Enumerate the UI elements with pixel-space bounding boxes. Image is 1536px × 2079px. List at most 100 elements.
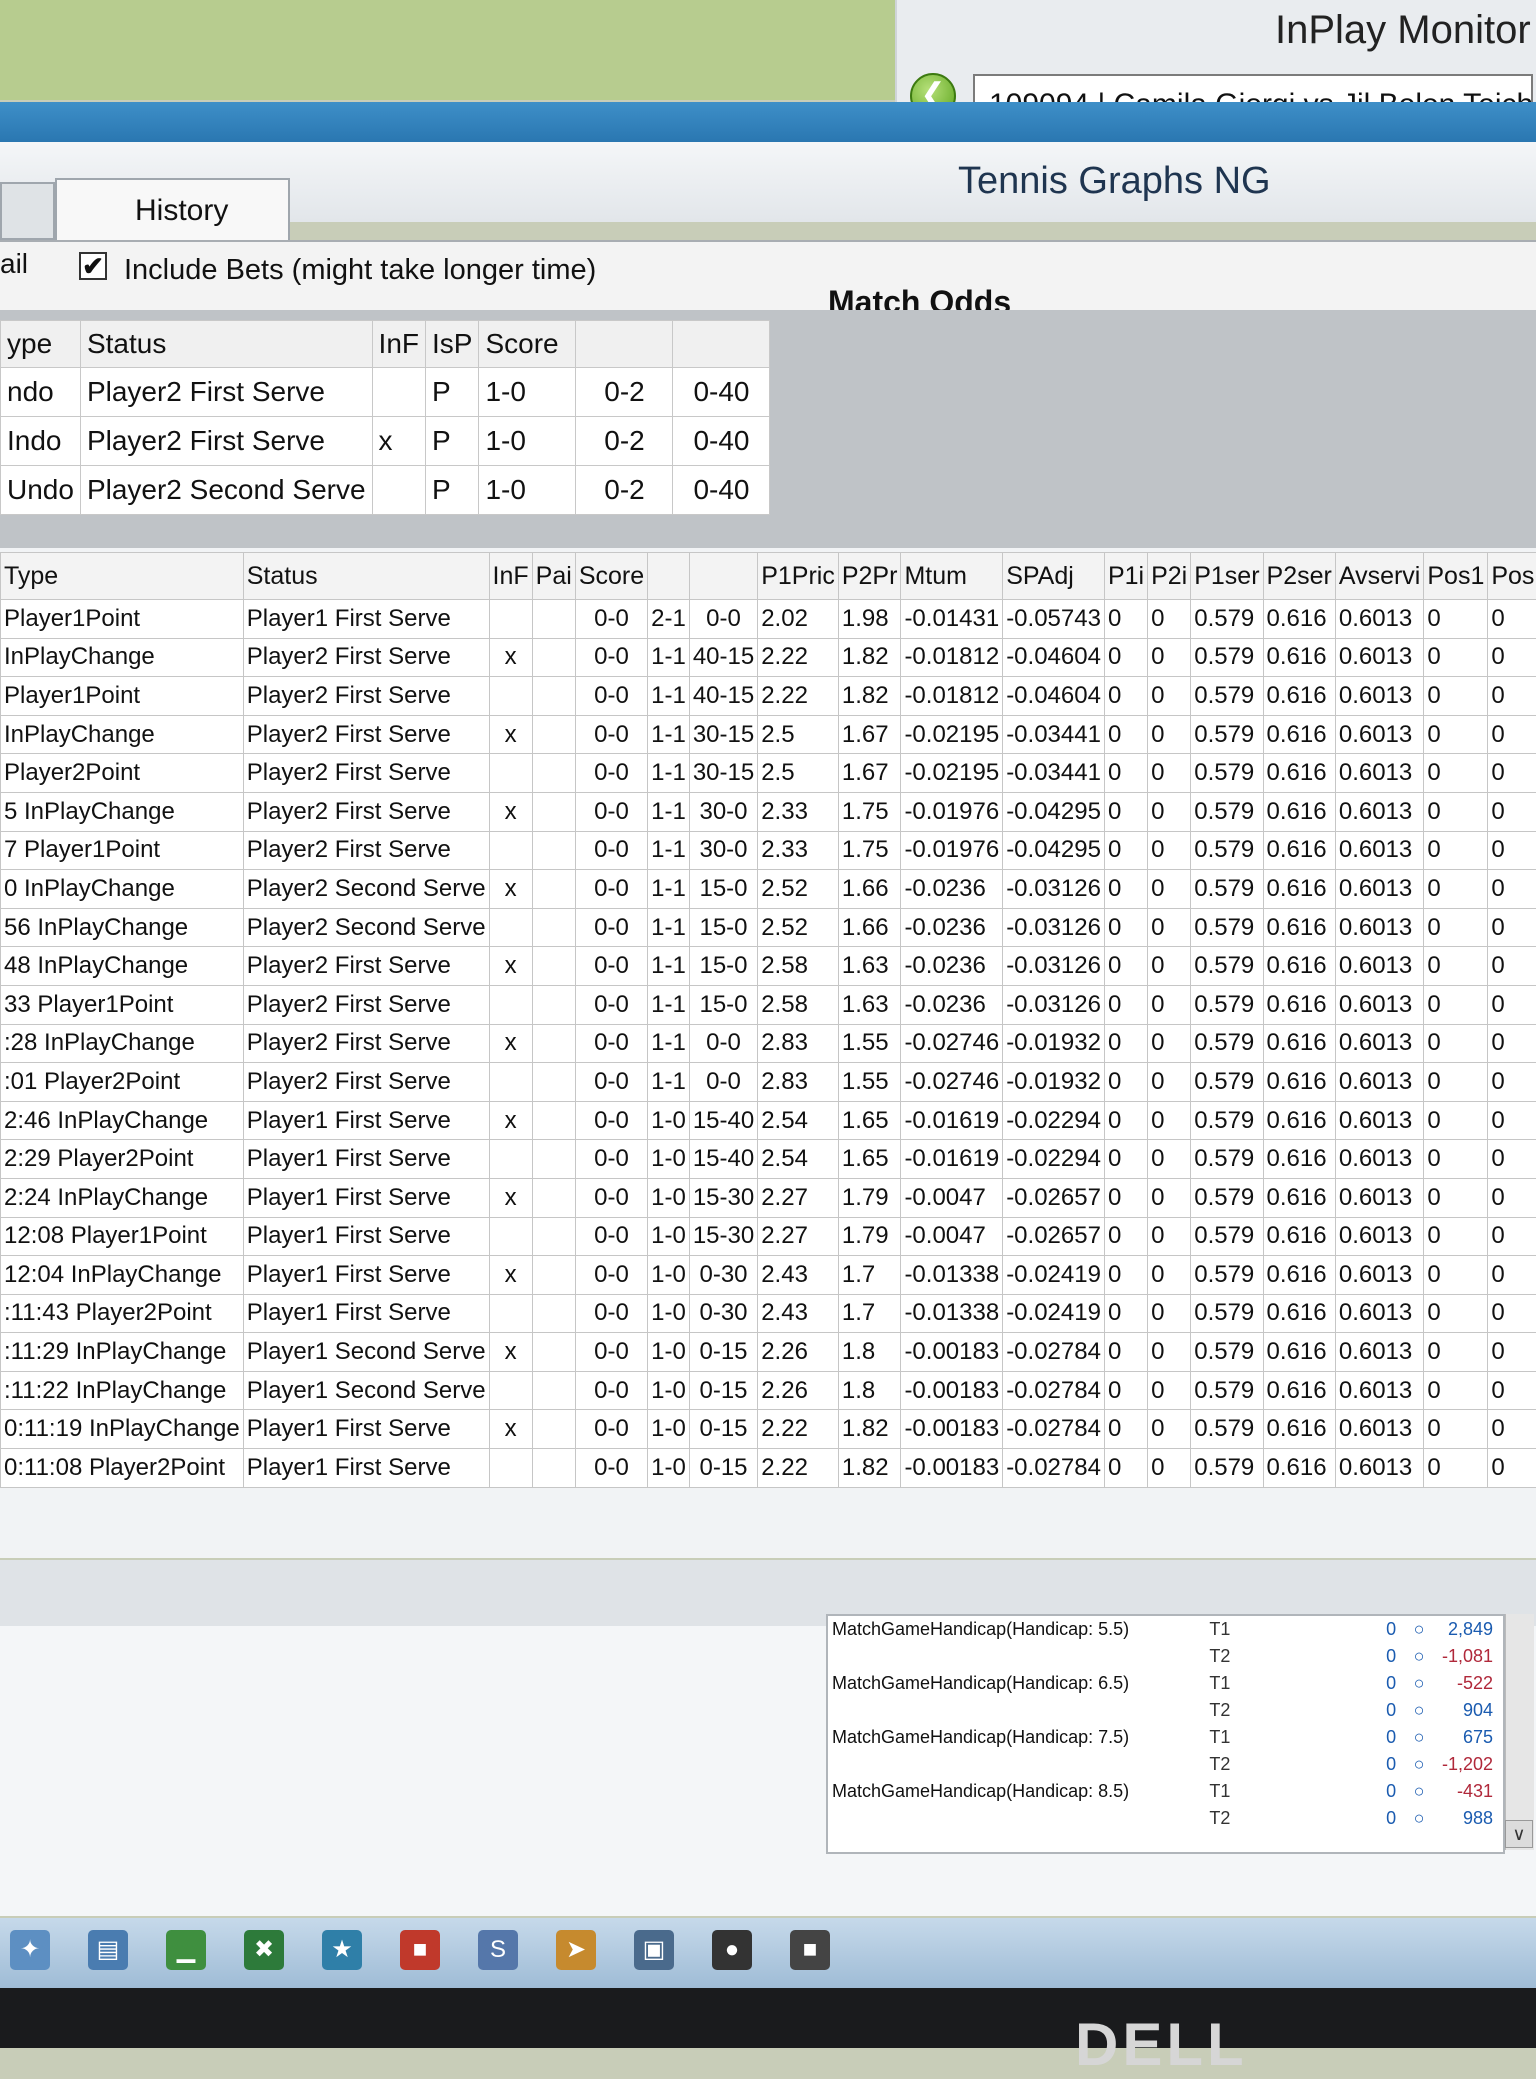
column-header[interactable]: P2i	[1148, 553, 1191, 600]
column-header[interactable]: P2ser	[1263, 553, 1335, 600]
column-header[interactable]: Pos1	[1424, 553, 1488, 600]
handicap-market	[828, 1751, 1205, 1778]
table-cell	[532, 870, 575, 909]
table-row[interactable]: 0:11:08 Player2PointPlayer1 First Serve0…	[1, 1449, 1536, 1488]
excel-icon[interactable]: ✖	[244, 1930, 284, 1970]
table-row[interactable]: Player2PointPlayer2 First Serve0-01-130-…	[1, 754, 1536, 793]
handicap-bets-list[interactable]: MatchGameHandicap(Handicap: 5.5)T10○2,84…	[826, 1614, 1505, 1854]
table-cell: 40-15	[689, 638, 757, 677]
column-header[interactable]: Status	[243, 553, 489, 600]
media-icon[interactable]: ●	[712, 1930, 752, 1970]
table-cell: 0-2	[576, 368, 673, 417]
table-cell: 0-15	[689, 1333, 757, 1372]
table-cell: 0.579	[1191, 1410, 1263, 1449]
table-row[interactable]: :01 Player2PointPlayer2 First Serve0-01-…	[1, 1063, 1536, 1102]
sports-app-icon[interactable]: S	[478, 1930, 518, 1970]
table-row[interactable]: :11:22 InPlayChangePlayer1 Second Serve0…	[1, 1371, 1536, 1410]
explorer-icon[interactable]: ▤	[88, 1930, 128, 1970]
column-header[interactable]: P2Pr	[838, 553, 901, 600]
column-header[interactable]: Mtum	[901, 553, 1003, 600]
table-cell: 0.616	[1263, 638, 1335, 677]
table-cell: 0	[1148, 600, 1191, 639]
table-cell: 1.7	[838, 1294, 901, 1333]
handicap-scrollbar[interactable]	[1505, 1614, 1534, 1850]
column-header[interactable]	[648, 553, 690, 600]
table-row[interactable]: 7 Player1PointPlayer2 First Serve0-01-13…	[1, 831, 1536, 870]
scroll-down-icon[interactable]: ∨	[1505, 1820, 1533, 1848]
table-cell: Indo	[1, 417, 81, 466]
list-item[interactable]: MatchGameHandicap(Handicap: 8.5)T10○-431	[828, 1778, 1503, 1805]
table-row[interactable]: Player1PointPlayer2 First Serve0-01-140-…	[1, 677, 1536, 716]
column-header[interactable]: InF	[372, 321, 425, 368]
office-app-icon[interactable]: ■	[400, 1930, 440, 1970]
list-item[interactable]: T20○904	[828, 1697, 1503, 1724]
table-row[interactable]: 33 Player1PointPlayer2 First Serve0-01-1…	[1, 985, 1536, 1024]
table-row[interactable]: UndoPlayer2 Second ServeP1-00-20-40	[1, 466, 770, 515]
tab-history[interactable]: History	[55, 178, 290, 242]
runner-app-icon[interactable]: ★	[322, 1930, 362, 1970]
table-cell: 2.22	[758, 1449, 839, 1488]
table-row[interactable]: :11:29 InPlayChangePlayer1 Second Servex…	[1, 1333, 1536, 1372]
column-header[interactable]: Type	[1, 553, 244, 600]
table-row[interactable]: 5 InPlayChangePlayer2 First Servex0-01-1…	[1, 792, 1536, 831]
chart-app-icon[interactable]: ▁	[166, 1930, 206, 1970]
table-cell: 0	[1104, 831, 1147, 870]
column-header[interactable]: Pos	[1488, 553, 1536, 600]
list-item[interactable]: T20○988	[828, 1805, 1503, 1832]
table-row[interactable]: :28 InPlayChangePlayer2 First Servex0-01…	[1, 1024, 1536, 1063]
window-icon[interactable]: ■	[790, 1930, 830, 1970]
table-cell: ndo	[1, 368, 81, 417]
column-header[interactable]	[689, 553, 757, 600]
include-bets-checkbox[interactable]: ✔	[79, 252, 107, 280]
table-cell: 0.579	[1191, 1024, 1263, 1063]
table-cell: -0.02784	[1003, 1410, 1105, 1449]
table-row[interactable]: 0:11:19 InPlayChangePlayer1 First Servex…	[1, 1410, 1536, 1449]
column-header[interactable]: Status	[80, 321, 372, 368]
table-cell	[532, 1449, 575, 1488]
column-header[interactable]: P1Pric	[758, 553, 839, 600]
table-cell: 2:46 InPlayChange	[1, 1101, 244, 1140]
network-icon[interactable]: ▣	[634, 1930, 674, 1970]
column-header[interactable]	[673, 321, 770, 368]
table-row[interactable]: 0 InPlayChangePlayer2 Second Servex0-01-…	[1, 870, 1536, 909]
table-row[interactable]: ndoPlayer2 First ServeP1-00-20-40	[1, 368, 770, 417]
tool-icon[interactable]: ➤	[556, 1930, 596, 1970]
column-header[interactable]: Score	[479, 321, 576, 368]
column-header[interactable]: SPAdj	[1003, 553, 1105, 600]
list-item[interactable]: T20○-1,081	[828, 1643, 1503, 1670]
tab-detail[interactable]	[0, 182, 55, 240]
table-row[interactable]: 2:24 InPlayChangePlayer1 First Servex0-0…	[1, 1178, 1536, 1217]
table-cell: 0	[1148, 1449, 1191, 1488]
table-cell: 0	[1424, 985, 1488, 1024]
column-header[interactable]: ype	[1, 321, 81, 368]
table-cell: InPlayChange	[1, 638, 244, 677]
column-header[interactable]: P1ser	[1191, 553, 1263, 600]
column-header[interactable]: Avservi	[1335, 553, 1424, 600]
column-header[interactable]: IsP	[426, 321, 479, 368]
table-row[interactable]: 12:08 Player1PointPlayer1 First Serve0-0…	[1, 1217, 1536, 1256]
table-row[interactable]: :11:43 Player2PointPlayer1 First Serve0-…	[1, 1294, 1536, 1333]
table-row[interactable]: 2:29 Player2PointPlayer1 First Serve0-01…	[1, 1140, 1536, 1179]
list-item[interactable]: MatchGameHandicap(Handicap: 5.5)T10○2,84…	[828, 1616, 1503, 1643]
table-row[interactable]: InPlayChangePlayer2 First Servex0-01-140…	[1, 638, 1536, 677]
table-row[interactable]: 12:04 InPlayChangePlayer1 First Servex0-…	[1, 1256, 1536, 1295]
start-icon[interactable]: ✦	[10, 1930, 50, 1970]
column-header[interactable]: Pai	[532, 553, 575, 600]
table-row[interactable]: Player1PointPlayer1 First Serve0-02-10-0…	[1, 600, 1536, 639]
table-cell: 2.43	[758, 1256, 839, 1295]
table-cell: -0.03441	[1003, 715, 1105, 754]
column-header[interactable]: InF	[489, 553, 532, 600]
table-cell: Player2 First Serve	[80, 368, 372, 417]
table-row[interactable]: 56 InPlayChangePlayer2 Second Serve0-01-…	[1, 908, 1536, 947]
list-item[interactable]: MatchGameHandicap(Handicap: 6.5)T10○-522	[828, 1670, 1503, 1697]
table-row[interactable]: InPlayChangePlayer2 First Servex0-01-130…	[1, 715, 1536, 754]
table-row[interactable]: 2:46 InPlayChangePlayer1 First Servex0-0…	[1, 1101, 1536, 1140]
column-header[interactable]: Score	[575, 553, 647, 600]
table-row[interactable]: 48 InPlayChangePlayer2 First Servex0-01-…	[1, 947, 1536, 986]
list-item[interactable]: MatchGameHandicap(Handicap: 7.5)T10○675	[828, 1724, 1503, 1751]
include-bets-label[interactable]: Include Bets (might take longer time)	[124, 254, 596, 287]
list-item[interactable]: T20○-1,202	[828, 1751, 1503, 1778]
column-header[interactable]: P1i	[1104, 553, 1147, 600]
table-row[interactable]: IndoPlayer2 First ServexP1-00-20-40	[1, 417, 770, 466]
column-header[interactable]	[576, 321, 673, 368]
